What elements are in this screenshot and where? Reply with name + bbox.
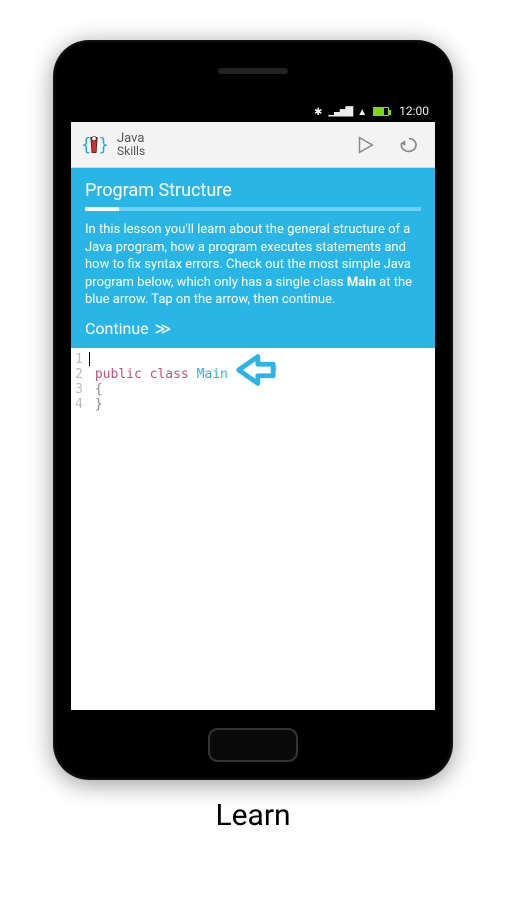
- code-line[interactable]: 4 }: [71, 397, 435, 412]
- app-title-line1: Java: [117, 132, 339, 145]
- app-icon[interactable]: { }: [79, 130, 109, 160]
- lesson-progress: [85, 207, 421, 211]
- code-text: [87, 352, 90, 367]
- home-button[interactable]: [208, 728, 298, 762]
- action-bar: { } Java Skills: [71, 122, 435, 168]
- code-keyword: public class: [95, 367, 197, 382]
- line-number: 3: [71, 382, 87, 397]
- clock-label: 12:00: [399, 104, 429, 118]
- wifi-icon: [357, 104, 367, 118]
- undo-button[interactable]: [391, 127, 427, 163]
- screen: ▁▃▅▇ 12:00 { } Java Skills: [71, 100, 435, 710]
- phone-speaker: [218, 68, 288, 74]
- continue-label: Continue: [85, 319, 149, 338]
- phone-frame: ▁▃▅▇ 12:00 { } Java Skills: [53, 40, 453, 780]
- code-brace: {: [95, 382, 103, 397]
- svg-text:{: {: [81, 135, 91, 155]
- continue-button[interactable]: Continue ≫: [85, 319, 421, 338]
- svg-text:}: }: [98, 135, 107, 155]
- lesson-title: Program Structure: [85, 180, 421, 201]
- chevron-right-icon: ≫: [155, 319, 172, 338]
- lesson-progress-fill: [85, 207, 119, 211]
- app-title-line2: Skills: [117, 145, 339, 157]
- code-text: }: [87, 397, 103, 412]
- text-cursor: [89, 352, 90, 366]
- code-editor[interactable]: 1 2 public class Main 3 { 4 }: [71, 348, 435, 710]
- line-number: 2: [71, 367, 87, 382]
- lesson-card: Program Structure In this lesson you'll …: [71, 168, 435, 348]
- lesson-body: In this lesson you'll learn about the ge…: [85, 221, 421, 309]
- code-text: public class Main: [87, 367, 228, 382]
- code-brace: }: [95, 397, 103, 412]
- battery-icon: [373, 107, 389, 116]
- pointer-arrow-icon[interactable]: [231, 352, 277, 388]
- signal-icon: ▁▃▅▇: [328, 106, 351, 117]
- line-number: 4: [71, 397, 87, 412]
- line-number: 1: [71, 352, 87, 367]
- caption-label: Learn: [215, 798, 290, 833]
- code-identifier: Main: [197, 367, 228, 382]
- app-title: Java Skills: [117, 132, 339, 157]
- play-button[interactable]: [347, 127, 383, 163]
- lesson-body-bold: Main: [347, 275, 376, 290]
- code-text: {: [87, 382, 103, 397]
- bluetooth-icon: [314, 104, 322, 118]
- status-bar: ▁▃▅▇ 12:00: [71, 100, 435, 122]
